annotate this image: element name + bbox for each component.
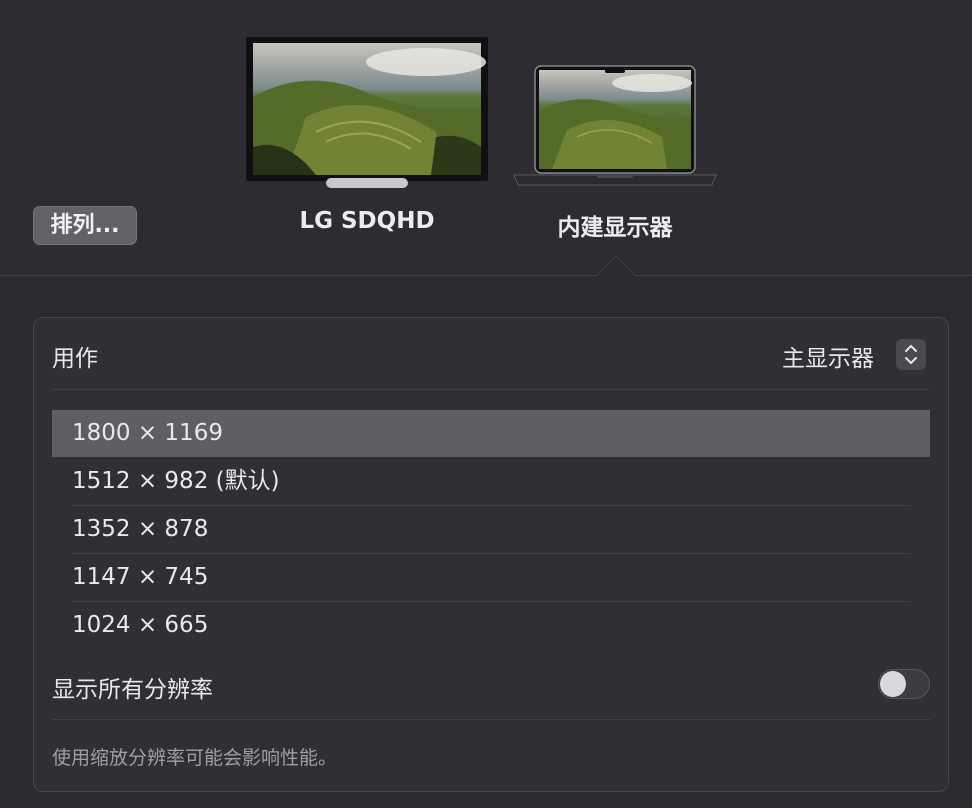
- laptop-icon: [513, 65, 717, 186]
- external-monitor-icon: [246, 37, 488, 188]
- use-as-popup[interactable]: 主显示器: [774, 336, 934, 376]
- display-arrangement-area: 排列... LG SDQHD 内建显示器: [0, 0, 972, 276]
- display-settings-panel: 用作 主显示器 1800 × 1169 1512 × 982 (默认) 1352…: [33, 317, 949, 792]
- use-as-label: 用作: [52, 346, 98, 372]
- display-label-built-in[interactable]: 内建显示器: [540, 208, 690, 242]
- display-label-lg[interactable]: LG SDQHD: [296, 208, 438, 234]
- performance-note: 使用缩放分辨率可能会影响性能。: [52, 747, 338, 769]
- resolution-option[interactable]: 1512 × 982 (默认): [52, 458, 930, 505]
- display-built-in[interactable]: [512, 65, 718, 187]
- resolution-option[interactable]: 1024 × 665: [52, 602, 930, 649]
- resolution-option[interactable]: 1147 × 745: [52, 554, 930, 601]
- resolution-option[interactable]: 1352 × 878: [52, 506, 930, 553]
- toggle-knob: [880, 671, 906, 697]
- show-all-resolutions-label: 显示所有分辨率: [52, 677, 213, 703]
- chevron-updown-icon: [896, 339, 926, 370]
- divider: [52, 389, 930, 390]
- resolution-option[interactable]: 1800 × 1169: [52, 410, 930, 457]
- show-all-resolutions-toggle[interactable]: [878, 669, 930, 699]
- arrange-button[interactable]: 排列...: [33, 206, 137, 245]
- use-as-value: 主显示器: [782, 346, 874, 372]
- display-lg-sdqhd[interactable]: [246, 37, 488, 189]
